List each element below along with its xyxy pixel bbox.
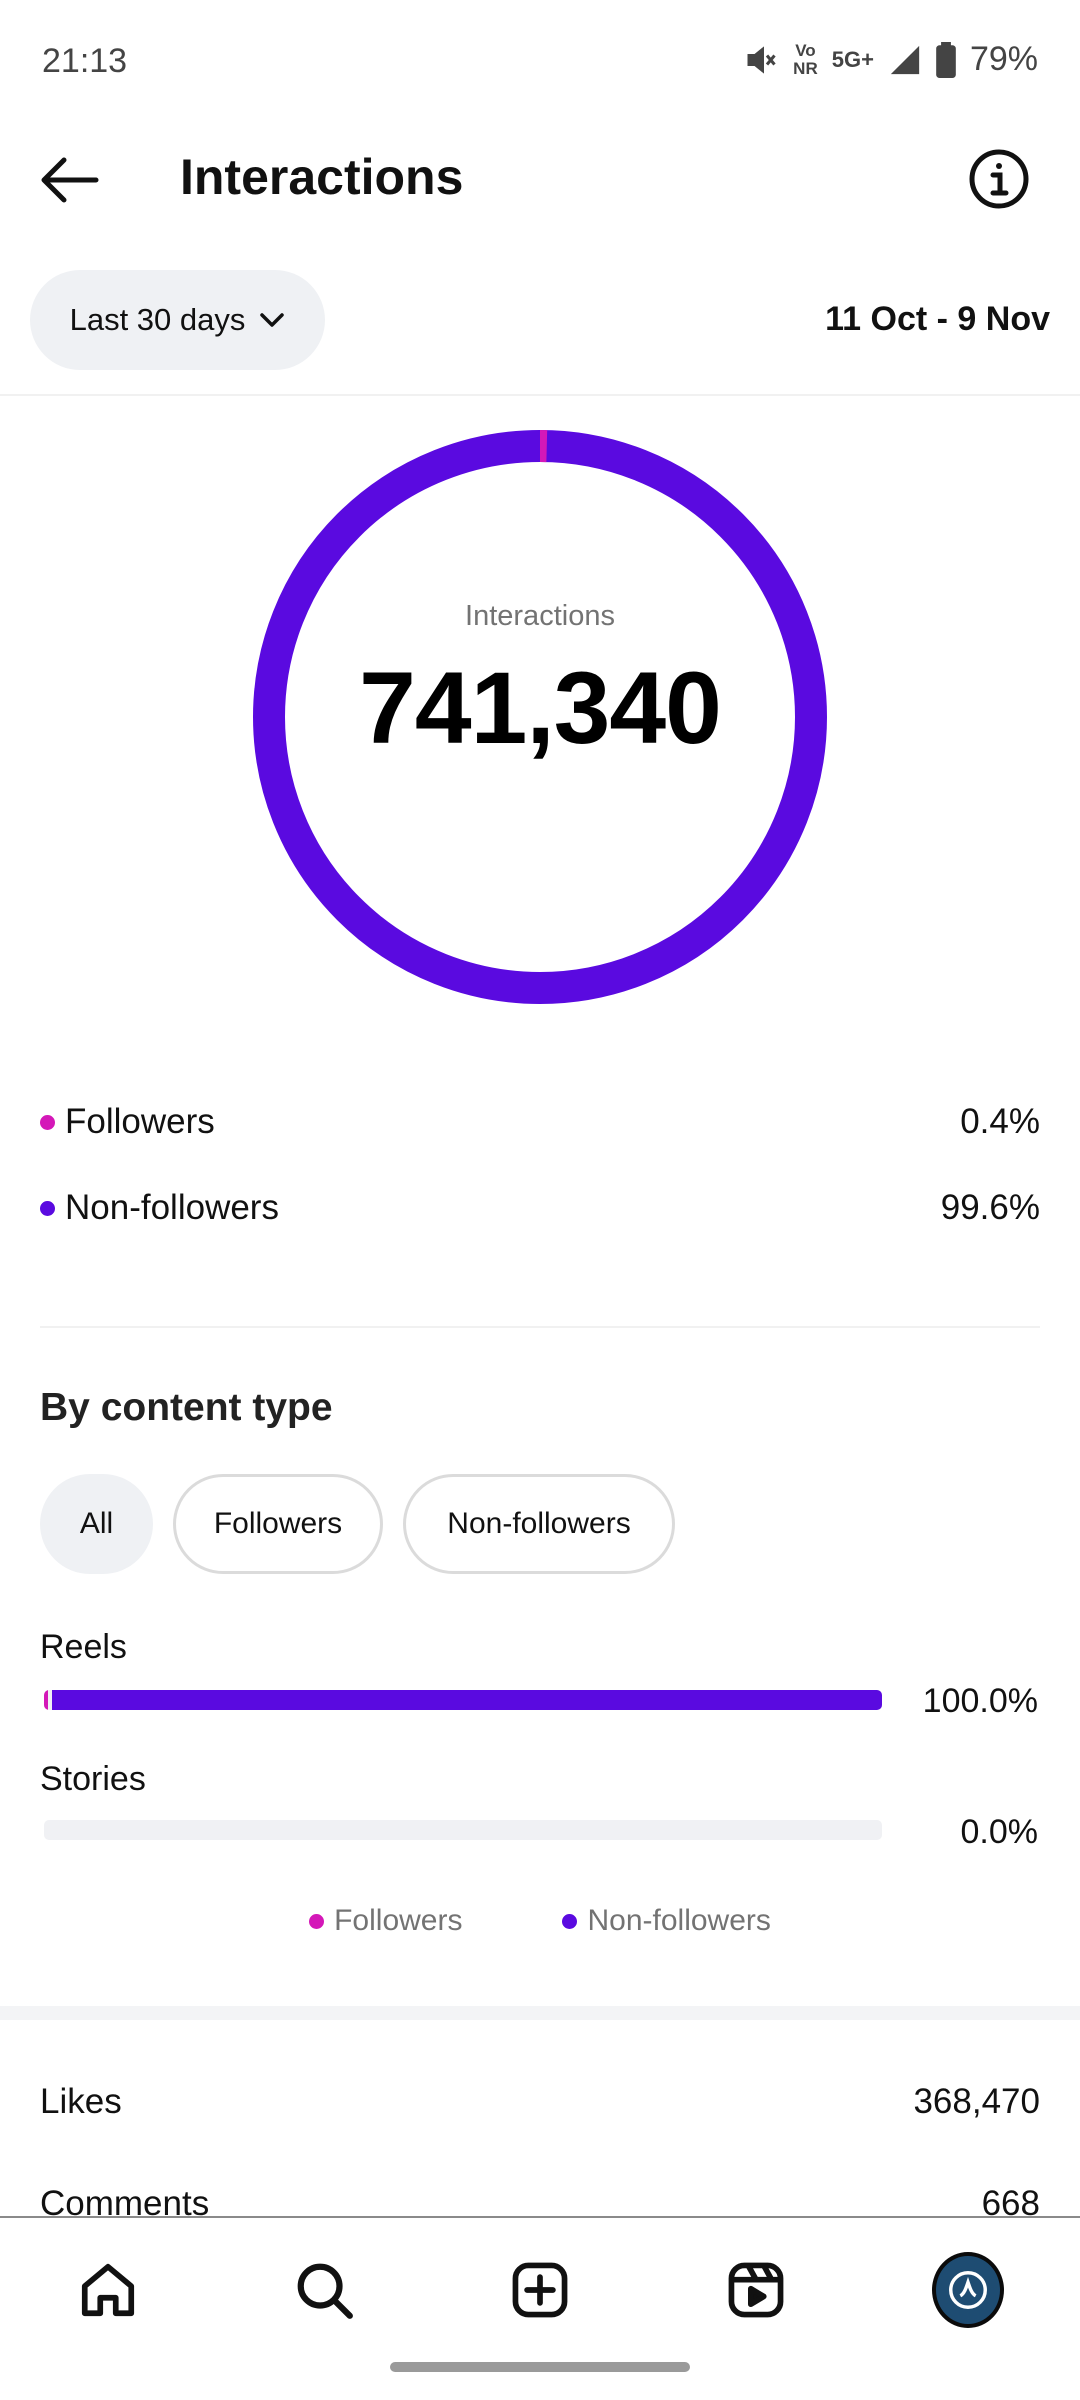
legend-nonfollowers-row: Non-followers 99.6%	[40, 1178, 1040, 1238]
divider	[0, 394, 1080, 396]
volte-top-label: Vo	[795, 40, 816, 60]
chart-legend: Followers Non-followers	[0, 1904, 1080, 1938]
nav-home-button[interactable]	[72, 2254, 144, 2326]
followers-dot	[40, 1114, 55, 1130]
bar-nonfollowers-segment	[52, 1690, 882, 1710]
bar-label-reels: Reels	[40, 1628, 127, 1666]
date-range-dropdown[interactable]: Last 30 days	[30, 270, 325, 370]
chart-legend-followers-label: Followers	[334, 1904, 463, 1937]
back-button[interactable]	[36, 150, 102, 210]
section-separator	[0, 2006, 1080, 2020]
volte-icon: Vo NR	[793, 40, 818, 78]
section-title-content-type: By content type	[40, 1386, 333, 1429]
home-indicator	[390, 2362, 690, 2372]
create-icon	[512, 2262, 568, 2318]
divider	[40, 1326, 1040, 1328]
followers-dot	[309, 1913, 325, 1929]
nav-create-button[interactable]	[504, 2254, 576, 2326]
non-followers-dot	[562, 1913, 578, 1929]
battery-percent: 79%	[969, 40, 1038, 78]
status-bar: 21:13 Vo NR 5G+ 79%	[0, 0, 1080, 120]
chip-non-followers[interactable]: Non-followers	[403, 1474, 675, 1574]
arrow-left-icon	[41, 157, 99, 203]
nav-search-button[interactable]	[288, 2254, 360, 2326]
network-5g-label: 5G+	[831, 46, 874, 72]
chip-all[interactable]: All	[40, 1474, 153, 1574]
search-icon	[297, 2263, 353, 2319]
header: Interactions	[0, 130, 1080, 230]
chevron-down-icon	[260, 313, 285, 327]
bar-track-stories	[44, 1820, 882, 1840]
nav-reels-button[interactable]	[720, 2254, 792, 2326]
non-followers-percent: 99.6%	[940, 1188, 1040, 1227]
legend-followers-row: Followers 0.4%	[40, 1092, 1040, 1152]
bar-track-reels	[44, 1690, 882, 1710]
signal-icon	[888, 43, 922, 77]
date-range-text: 11 Oct - 9 Nov	[825, 300, 1050, 338]
nav-profile-button[interactable]	[932, 2252, 1004, 2328]
date-range-dropdown-label: Last 30 days	[69, 302, 246, 337]
status-time: 21:13	[42, 42, 128, 80]
metric-value: 368,470	[913, 2082, 1040, 2121]
bar-percent-stories: 0.0%	[960, 1813, 1039, 1851]
reels-icon	[728, 2262, 784, 2318]
bar-percent-reels: 100.0%	[922, 1682, 1038, 1720]
info-button[interactable]	[968, 148, 1030, 210]
chip-followers[interactable]: Followers	[173, 1474, 383, 1574]
bar-label-stories: Stories	[40, 1760, 146, 1798]
volte-bottom-label: NR	[793, 58, 818, 78]
metric-label: Likes	[40, 2082, 122, 2121]
interactions-total: 741,340	[359, 651, 722, 765]
chart-legend-nonfollowers: Non-followers	[562, 1904, 771, 1938]
followers-percent: 0.4%	[960, 1102, 1040, 1141]
ring-label: Interactions	[465, 600, 615, 632]
chart-legend-nonfollowers-label: Non-followers	[587, 1904, 771, 1937]
info-icon	[969, 149, 1029, 209]
chart-legend-followers: Followers	[309, 1904, 462, 1938]
battery-icon	[936, 41, 956, 78]
bottom-nav	[0, 2216, 1080, 2400]
non-followers-dot	[40, 1200, 55, 1216]
profile-avatar	[932, 2252, 1004, 2328]
page-title: Interactions	[180, 149, 464, 205]
bar-followers-segment	[44, 1690, 48, 1710]
home-icon	[81, 2263, 135, 2317]
metric-row-likes: Likes 368,470	[40, 2082, 1040, 2122]
mute-icon	[743, 42, 779, 78]
status-icons: Vo NR 5G+ 79%	[743, 40, 1038, 79]
followers-label: Followers	[65, 1102, 215, 1141]
non-followers-label: Non-followers	[65, 1188, 279, 1227]
interactions-ring-chart: Interactions 741,340	[253, 430, 827, 1004]
